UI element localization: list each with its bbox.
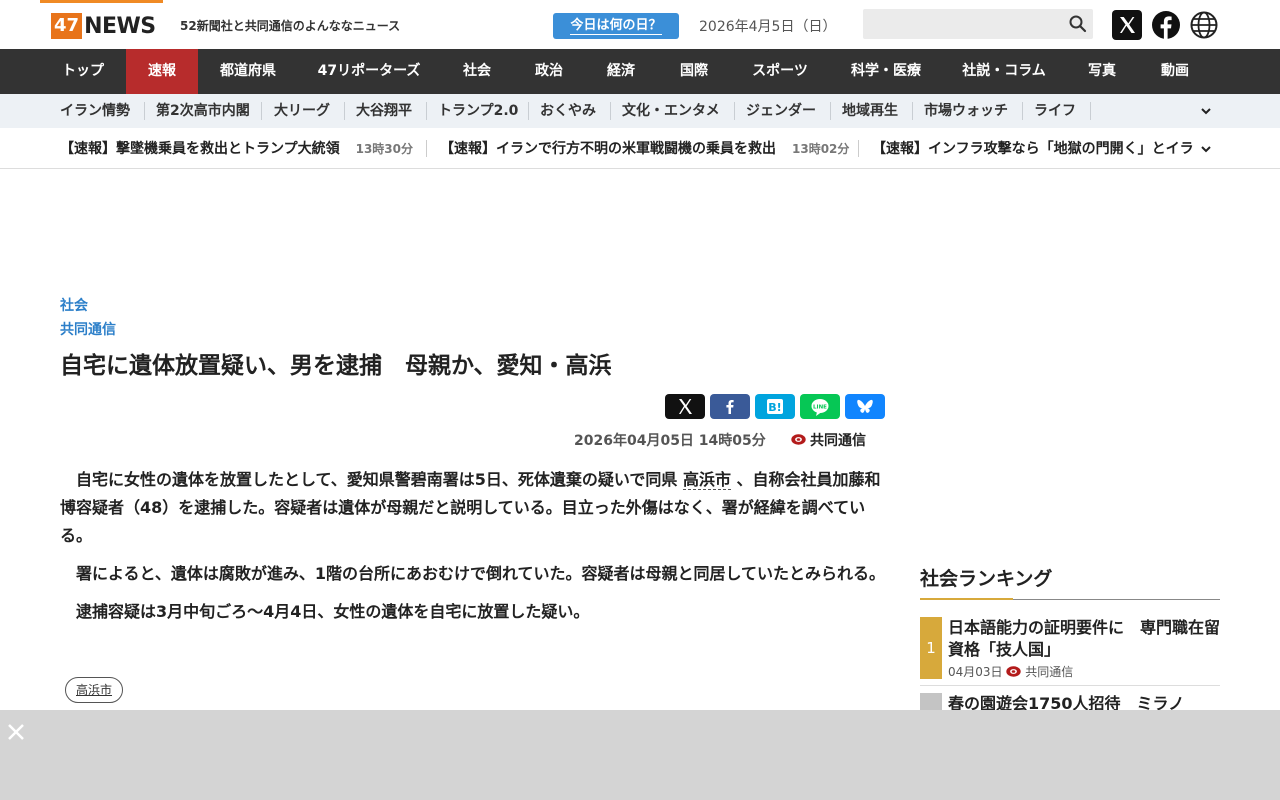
breaking-news-ticker: 【速報】撃墜機乗員を救出とトランプ大統領 13時30分 【速報】イランで行方不明の… xyxy=(0,128,1280,169)
sub-nav: イラン情勢 第2次高市内閣 大リーグ 大谷翔平 トランプ2.0 おくやみ 文化・… xyxy=(0,94,1280,128)
bluesky-icon xyxy=(857,399,873,413)
hatena-bookmark-icon: B! xyxy=(767,399,783,414)
line-icon: LINE xyxy=(811,399,829,416)
main-nav: トップ 速報 都道府県 47リポーターズ 社会 政治 経済 国際 スポーツ 科学… xyxy=(0,49,1280,94)
facebook-icon[interactable] xyxy=(1151,10,1181,40)
subnav-divider xyxy=(528,102,529,120)
ranking-item[interactable]: 春の園遊会1750人招待 ミラノ xyxy=(920,693,1220,713)
subnav-item-ohtani[interactable]: 大谷翔平 xyxy=(356,94,412,128)
today-in-history-button[interactable]: 今日は何の日？ xyxy=(553,13,679,39)
subnav-divider xyxy=(610,102,611,120)
ticker-item[interactable]: 【速報】撃墜機乗員を救出とトランプ大統領 13時30分 xyxy=(60,128,413,168)
subnav-item-culture[interactable]: 文化・エンタメ xyxy=(622,94,720,128)
logo-text: NEWS xyxy=(84,13,156,39)
kyodo-logo-icon xyxy=(1006,666,1022,677)
subnav-item-takaichi[interactable]: 第2次高市内閣 xyxy=(156,94,250,128)
share-hatena-button[interactable]: B! xyxy=(755,394,795,419)
article-source[interactable]: 共同通信 xyxy=(810,430,866,450)
nav-item-international[interactable]: 国際 xyxy=(658,49,730,94)
article-datetime: 2026年04月05日 14時05分 xyxy=(574,433,766,449)
nav-item-breaking[interactable]: 速報 xyxy=(126,49,198,94)
article-paragraph: 逮捕容疑は3月中旬ごろ～4月4日、女性の遺体を自宅に放置した疑い。 xyxy=(76,602,590,621)
article-tag[interactable]: 高浜市 xyxy=(65,677,124,703)
nav-item-editorial[interactable]: 社説・コラム xyxy=(942,49,1066,94)
rank-headline: 日本語能力の証明要件に 専門職在留資格「技人国」 xyxy=(948,618,1221,659)
current-date: 2026年4月5日（日） xyxy=(699,19,837,35)
kyodo-logo-icon xyxy=(791,434,806,445)
rank-number: 1 xyxy=(920,617,942,679)
ticker-divider xyxy=(858,140,859,157)
ticker-item[interactable]: 【速報】イランで行方不明の米軍戦闘機の乗員を救出 13時02分 xyxy=(440,128,849,168)
article-title: 自宅に遺体放置疑い、男を逮捕 母親か、愛知・高浜 xyxy=(60,353,612,379)
chevron-down-icon[interactable] xyxy=(1199,104,1213,118)
subnav-item-iran[interactable]: イラン情勢 xyxy=(60,94,130,128)
article-body: 自宅に女性の遺体を放置したとして、愛知県警碧南署は5日、死体遺棄の疑いで同県 高… xyxy=(60,466,890,636)
nav-item-science[interactable]: 科学・医療 xyxy=(830,49,942,94)
rank-meta: 04月03日 共同通信 xyxy=(948,665,1074,679)
nav-item-top[interactable]: トップ xyxy=(40,49,126,94)
subnav-divider xyxy=(261,102,262,120)
nav-item-photos[interactable]: 写真 xyxy=(1066,49,1138,94)
rank-number xyxy=(920,693,942,710)
subnav-divider xyxy=(426,102,427,120)
nav-item-47reporters[interactable]: 47リポーターズ xyxy=(298,49,440,94)
ranking-accent xyxy=(920,598,1013,600)
bottom-ad-banner xyxy=(0,710,1280,800)
subnav-item-gender[interactable]: ジェンダー xyxy=(746,94,816,128)
ranking-item[interactable]: 1 日本語能力の証明要件に 専門職在留資格「技人国」 04月03日 共同通信 xyxy=(920,617,1220,679)
subnav-item-life[interactable]: ライフ xyxy=(1034,94,1076,128)
location-link[interactable]: 高浜市 xyxy=(682,470,731,490)
share-facebook-button[interactable] xyxy=(710,394,750,419)
site-header: 47 NEWS 52新聞社と共同通信のよんななニュース 今日は何の日？ 2026… xyxy=(0,0,1280,49)
x-twitter-icon[interactable] xyxy=(1112,10,1142,40)
article-category[interactable]: 社会 xyxy=(60,295,88,315)
svg-text:B!: B! xyxy=(768,401,781,414)
search-icon[interactable] xyxy=(1068,14,1088,34)
subnav-divider xyxy=(830,102,831,120)
nav-item-prefectures[interactable]: 都道府県 xyxy=(198,49,298,94)
nav-item-society[interactable]: 社会 xyxy=(440,49,514,94)
logo-number: 47 xyxy=(51,13,83,39)
nav-item-economy[interactable]: 経済 xyxy=(584,49,658,94)
svg-text:LINE: LINE xyxy=(813,405,827,411)
subnav-divider xyxy=(144,102,145,120)
subnav-item-regional[interactable]: 地域再生 xyxy=(842,94,898,128)
ticker-item[interactable]: 【速報】インフラ攻撃なら「地獄の門開く」とイラン xyxy=(872,128,1195,168)
ranking-title: 社会ランキング xyxy=(920,568,1053,590)
subnav-divider xyxy=(344,102,345,120)
close-icon[interactable] xyxy=(6,722,26,742)
article-source-label[interactable]: 共同通信 xyxy=(60,319,116,339)
globe-language-icon[interactable] xyxy=(1189,10,1219,40)
share-line-button[interactable]: LINE xyxy=(800,394,840,419)
subnav-divider xyxy=(1090,102,1091,120)
site-logo[interactable]: 47 NEWS xyxy=(51,13,156,39)
facebook-share-icon xyxy=(726,400,734,414)
share-bluesky-button[interactable] xyxy=(845,394,885,419)
x-share-icon xyxy=(679,399,692,414)
subnav-item-mlb[interactable]: 大リーグ xyxy=(274,94,330,128)
subnav-item-trump[interactable]: トランプ2.0 xyxy=(438,94,518,128)
ticker-divider xyxy=(426,140,427,157)
nav-item-videos[interactable]: 動画 xyxy=(1138,49,1212,94)
article-paragraph: 署によると、遺体は腐敗が進み、1階の台所にあおむけで倒れていた。容疑者は母親と同… xyxy=(76,564,886,583)
nav-item-sports[interactable]: スポーツ xyxy=(730,49,830,94)
ranking-item-divider xyxy=(920,685,1220,686)
share-x-button[interactable] xyxy=(665,394,705,419)
subnav-divider xyxy=(1022,102,1023,120)
subnav-item-obituaries[interactable]: おくやみ xyxy=(540,94,596,128)
subnav-divider xyxy=(912,102,913,120)
logo-accent-bar xyxy=(40,0,163,3)
article-paragraph: 自宅に女性の遺体を放置したとして、愛知県警碧南署は5日、死体遺棄の疑いで同県 高… xyxy=(60,470,881,545)
subnav-divider xyxy=(734,102,735,120)
subnav-item-market[interactable]: 市場ウォッチ xyxy=(924,94,1008,128)
search-input[interactable] xyxy=(863,9,1093,39)
chevron-down-icon[interactable] xyxy=(1199,142,1213,156)
site-tagline: 52新聞社と共同通信のよんななニュース xyxy=(180,19,401,33)
nav-item-politics[interactable]: 政治 xyxy=(514,49,584,94)
